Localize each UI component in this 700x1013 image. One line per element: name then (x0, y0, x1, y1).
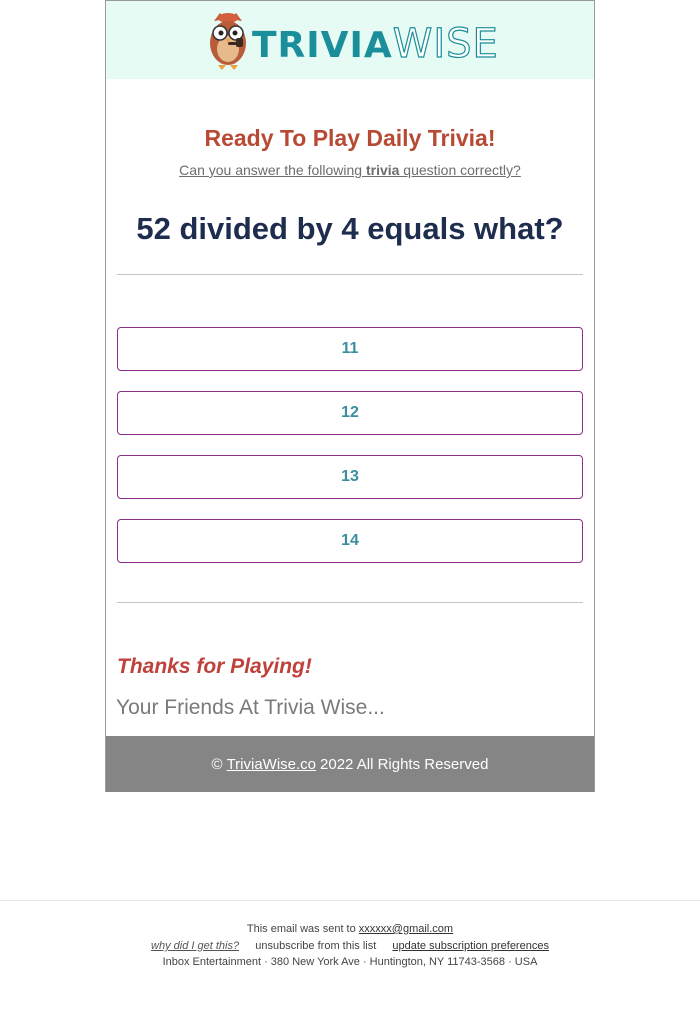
logo-word-trivia: Trivia (252, 25, 393, 66)
thanks-message: Thanks for Playing! (117, 655, 312, 678)
top-divider (117, 274, 583, 275)
copyright-text: 2022 All Rights Reserved (320, 755, 489, 773)
owl-with-pipe-icon (210, 13, 246, 70)
answer-button-2[interactable]: 12 (117, 391, 583, 435)
subline-prefix: Can you answer the following (179, 162, 366, 178)
trivia-question: 52 divided by 4 equals what? (136, 211, 564, 246)
email-card: TriviaWise Ready To Play Daily Trivia! C… (105, 0, 595, 792)
logo-word-wise: Wise (392, 21, 499, 67)
subline-suffix: question correctly? (399, 162, 521, 178)
site-link[interactable]: TriviaWise.co (227, 756, 316, 773)
recipient-email-link[interactable]: xxxxxx@gmail.com (359, 923, 453, 935)
subscription-links: why did I get this? unsubscribe from thi… (0, 940, 700, 952)
logo-wordmark: TriviaWise (252, 21, 499, 67)
triviawise-logo[interactable]: TriviaWise (206, 10, 499, 72)
why-did-i-get-this-link[interactable]: why did I get this? (151, 940, 239, 952)
answer-button-3[interactable]: 13 (117, 455, 583, 499)
answer-button-1[interactable]: 11 (117, 327, 583, 371)
sent-to-line: This email was sent to xxxxxx@gmail.com (0, 923, 700, 935)
bottom-divider (117, 602, 583, 603)
unsubscribe-text[interactable]: unsubscribe from this list (255, 940, 376, 952)
update-preferences-link[interactable]: update subscription preferences (392, 940, 549, 952)
subline[interactable]: Can you answer the following trivia ques… (106, 162, 594, 178)
subline-bold: trivia (365, 162, 400, 178)
email-header: TriviaWise (106, 1, 594, 79)
headline: Ready To Play Daily Trivia! (204, 125, 496, 151)
postal-address: Inbox Entertainment · 380 New York Ave ·… (162, 956, 538, 968)
signoff-message: Your Friends At Trivia Wise... (116, 696, 385, 719)
answer-button-4[interactable]: 14 (117, 519, 583, 563)
legal-divider (0, 900, 700, 901)
copyright-symbol: © (211, 755, 223, 773)
footer-bar: © TriviaWise.co 2022 All Rights Reserved (106, 736, 594, 792)
sent-to-prefix: This email was sent to (246, 923, 356, 935)
